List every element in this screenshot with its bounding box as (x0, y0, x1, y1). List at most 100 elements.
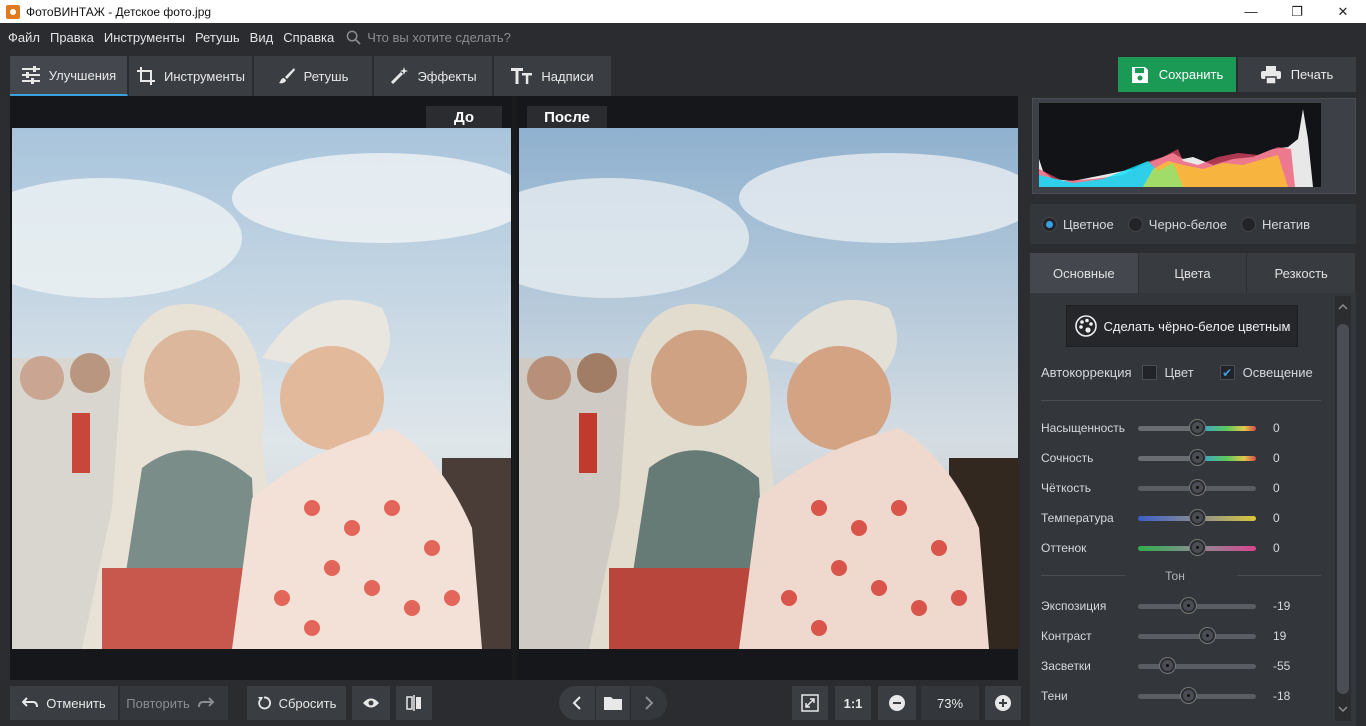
tab-colors[interactable]: Цвета (1138, 253, 1248, 293)
menu-help[interactable]: Справка (283, 30, 334, 45)
exposure-slider-row: Экспозиция -19 (1041, 596, 1331, 616)
tone-section-header: Тон (1165, 569, 1185, 583)
tab-label: Надписи (541, 68, 594, 84)
fit-to-screen-button[interactable] (792, 686, 828, 720)
radio-color[interactable]: Цветное (1042, 216, 1114, 232)
tab-enhancements[interactable]: Улучшения (10, 56, 128, 96)
after-label: После (527, 106, 607, 128)
slider-value: 0 (1273, 451, 1280, 465)
menu-file[interactable]: Файл (8, 30, 40, 45)
menu-bar: Файл Правка Инструменты Ретушь Вид Справ… (0, 23, 1366, 52)
printer-icon (1260, 65, 1281, 84)
slider-value: 0 (1273, 481, 1280, 495)
brush-icon (278, 68, 295, 84)
minimize-button[interactable]: — (1228, 0, 1274, 23)
scrollbar-thumb[interactable] (1337, 324, 1349, 694)
save-button[interactable]: Сохранить (1118, 57, 1236, 92)
open-folder-button[interactable] (596, 686, 630, 720)
autocorrection-row: Автокоррекция Цвет ✔ Освещение (1041, 365, 1313, 380)
menu-tools[interactable]: Инструменты (104, 30, 185, 45)
slider-label: Оттенок (1041, 541, 1087, 555)
tab-sharpness[interactable]: Резкость (1247, 253, 1357, 293)
tab-captions[interactable]: Надписи (494, 56, 612, 96)
slider-knob[interactable] (1189, 480, 1205, 495)
tab-label: Эффекты (417, 68, 477, 84)
auto-color-label: Цвет (1164, 365, 1194, 380)
chevron-left-icon (572, 696, 581, 710)
exposure-slider-track[interactable] (1138, 604, 1256, 609)
auto-light-label: Освещение (1242, 365, 1313, 380)
auto-color-checkbox[interactable] (1141, 365, 1157, 380)
slider-value: -55 (1273, 659, 1291, 673)
before-pane: До (10, 96, 512, 680)
print-button[interactable]: Печать (1238, 57, 1356, 92)
colorize-bw-button[interactable]: Сделать чёрно-белое цветным (1066, 305, 1298, 347)
close-button[interactable]: ✕ (1320, 0, 1366, 23)
radio-label: Цветное (1063, 216, 1114, 232)
compare-split-button[interactable] (396, 686, 432, 720)
before-photo (12, 128, 511, 649)
shadows-slider-track[interactable] (1138, 694, 1256, 699)
maximize-button[interactable]: ❐ (1274, 0, 1320, 23)
slider-knob[interactable] (1189, 540, 1205, 555)
radio-indicator (1240, 216, 1256, 232)
scroll-up-icon[interactable] (1335, 302, 1351, 312)
zoom-in-button[interactable] (985, 686, 1021, 720)
reset-button[interactable]: Сбросить (247, 686, 346, 720)
slider-knob[interactable] (1189, 510, 1205, 525)
radio-label: Черно-белое (1148, 216, 1227, 232)
radio-label: Негатив (1261, 216, 1311, 232)
prev-image-button[interactable] (559, 686, 595, 720)
slider-knob[interactable] (1200, 628, 1216, 643)
slider-label: Экспозиция (1041, 599, 1107, 613)
floppy-icon (1131, 66, 1148, 83)
search-icon (346, 30, 361, 45)
crop-icon (136, 67, 155, 85)
slider-knob[interactable] (1189, 450, 1205, 465)
tab-basic[interactable]: Основные (1030, 253, 1139, 293)
highlights-slider-track[interactable] (1138, 664, 1256, 669)
settings-scrollbar[interactable] (1335, 296, 1351, 721)
tab-retouch[interactable]: Ретушь (254, 56, 373, 96)
before-label: До (426, 106, 502, 128)
contrast-slider-row: Контраст 19 (1041, 626, 1331, 646)
menu-retouch[interactable]: Ретушь (195, 30, 240, 45)
menu-view[interactable]: Вид (250, 30, 274, 45)
slider-knob[interactable] (1181, 688, 1197, 703)
window-title: ФотоВИНТАЖ - Детское фото.jpg (26, 4, 212, 19)
undo-button[interactable]: Отменить (10, 686, 118, 720)
zoom-1-1-button[interactable]: 1:1 (835, 686, 871, 720)
reset-label: Сбросить (278, 695, 337, 711)
check-icon: ✔ (1222, 365, 1233, 380)
after-pane: После (517, 96, 1018, 680)
tab-label: Ретушь (303, 68, 349, 84)
redo-icon (197, 697, 214, 708)
divider (1237, 575, 1321, 576)
slider-knob[interactable] (1160, 658, 1175, 673)
slider-label: Засветки (1041, 659, 1091, 673)
search-box[interactable]: Что вы хотите сделать? (346, 30, 511, 45)
auto-light-checkbox[interactable]: ✔ (1219, 365, 1235, 380)
tab-tools[interactable]: Инструменты (129, 56, 253, 96)
slider-knob[interactable] (1189, 420, 1205, 435)
slider-value: 0 (1273, 511, 1280, 525)
tint-slider-row: Оттенок 0 (1041, 538, 1331, 558)
clarity-slider-row: Чёткость 0 (1041, 478, 1331, 498)
radio-indicator (1127, 216, 1143, 232)
scroll-down-icon[interactable] (1335, 704, 1351, 714)
tab-effects[interactable]: Эффекты (374, 56, 493, 96)
radio-negative[interactable]: Негатив (1240, 216, 1311, 232)
zoom-level-field[interactable]: 73% (921, 686, 979, 720)
slider-knob[interactable] (1181, 598, 1197, 613)
palette-icon (1074, 315, 1097, 337)
zoom-out-button[interactable] (878, 686, 916, 720)
radio-bw[interactable]: Черно-белое (1127, 216, 1227, 232)
next-image-button[interactable] (631, 686, 667, 720)
undo-label: Отменить (46, 695, 106, 711)
contrast-slider-track[interactable] (1138, 634, 1256, 639)
highlights-slider-row: Засветки -55 (1041, 656, 1331, 676)
basic-settings-panel: Сделать чёрно-белое цветным Автокоррекци… (1030, 293, 1356, 726)
redo-button[interactable]: Повторить (120, 686, 228, 720)
preview-toggle-button[interactable] (352, 686, 390, 720)
menu-edit[interactable]: Правка (50, 30, 94, 45)
